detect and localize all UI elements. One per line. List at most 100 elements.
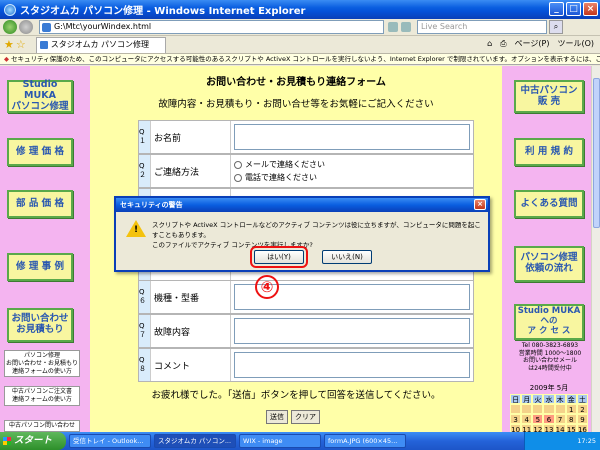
start-button[interactable]: スタート <box>0 432 66 450</box>
task-forma[interactable]: formA.JPG (600×45... <box>324 434 406 448</box>
calendar-day <box>532 404 544 414</box>
send-button[interactable]: 送信 <box>266 410 288 424</box>
comment-input[interactable] <box>234 352 470 378</box>
radio-phone[interactable]: 電話で連絡ください <box>234 171 470 184</box>
note-used-pc-inquiry[interactable]: 中古パソコン問い合わせ <box>4 420 80 432</box>
question-label: ご連絡方法 <box>151 155 231 187</box>
calendar-day: 10 <box>510 424 522 432</box>
left-sidebar: Studio MUKA パソコン修理 修 理 価 格 部 品 価 格 修 理 事… <box>0 66 90 432</box>
search-icon[interactable]: ⌕ <box>549 20 563 34</box>
refresh-icon[interactable] <box>388 22 398 32</box>
close-button[interactable]: × <box>583 2 598 16</box>
information-bar-text: セキュリティ保護のため、このコンピュータにアクセスする可能性のあるスクリプトや … <box>11 55 600 63</box>
nav-parts-price[interactable]: 部 品 価 格 <box>7 190 73 218</box>
dialog-title-text: セキュリティの警告 <box>120 201 183 209</box>
back-icon[interactable] <box>3 20 17 34</box>
question-label: 故障内容 <box>151 315 231 347</box>
calendar-day: 12 <box>532 424 544 432</box>
nav-repair-flow[interactable]: パソコン修理 依頼の流れ <box>514 246 584 282</box>
radio-email[interactable]: メールで連絡ください <box>234 158 470 171</box>
note-used-pc-order[interactable]: 中古パソコンご注文書 連絡フォームの使い方 <box>4 386 80 406</box>
calendar-weekday: 月 <box>521 394 533 404</box>
calendar-grid: 日月火水木金土 1 2 3 4 5 6 7 8 9 10 11 12 13 14 15 16 <box>510 394 588 432</box>
calendar-day: 8 <box>565 414 577 424</box>
calendar-day: 7 <box>554 414 566 424</box>
question-number: Q１ <box>139 121 151 153</box>
calendar-weekday: 日 <box>510 394 522 404</box>
right-sidebar: 中古パソコン 販 売 利 用 規 約 よくある質問 パソコン修理 依頼の流れ S… <box>502 66 600 432</box>
form-row-contact-method: Q２ ご連絡方法 メールで連絡ください 電話で連絡ください <box>138 154 474 188</box>
name-input[interactable] <box>234 124 470 150</box>
form-row-symptom: Q７ 故障内容 <box>138 314 474 348</box>
dialog-buttons: はい(Y) いいえ(N) <box>250 246 372 268</box>
calendar: 2009年 5月 日月火水木金土 1 2 3 4 5 6 7 8 9 10 11 12 13 14 15 16 <box>510 383 588 432</box>
note-repair-form-usage[interactable]: パソコン修理 お問い合わせ・お見積もり 連絡フォームの使い方 <box>4 350 80 378</box>
command-bar: ⌂ ⎙ ページ(P) ツール(O) <box>487 38 594 49</box>
symptom-input[interactable] <box>234 318 470 344</box>
nav-repair-cases[interactable]: 修 理 事 例 <box>7 253 73 281</box>
print-icon[interactable]: ⎙ <box>500 39 506 49</box>
question-number: Q６ <box>139 281 151 313</box>
form-title: お問い合わせ・お見積もり連絡フォーム <box>206 77 386 88</box>
forward-icon[interactable] <box>19 20 33 34</box>
dialog-message: スクリプトや ActiveX コントロールなどのアクティブ コンテンツは役に立ち… <box>152 220 486 250</box>
address-bar-row: G:\Mtc\yourWindex.html Live Search ⌕ <box>0 19 600 36</box>
step-4-annotation: ④ <box>255 275 279 299</box>
clear-button[interactable]: クリア <box>291 410 320 424</box>
calendar-weekday: 火 <box>532 394 544 404</box>
task-outlook[interactable]: 受信トレイ - Outlook... <box>69 434 151 448</box>
calendar-day <box>510 404 522 414</box>
scrollbar-thumb[interactable] <box>593 78 600 228</box>
question-number: Q７ <box>139 315 151 347</box>
nav-studio-muka[interactable]: Studio MUKA パソコン修理 <box>7 79 73 113</box>
nav-repair-price[interactable]: 修 理 価 格 <box>7 138 73 166</box>
task-wix[interactable]: WIX - image <box>239 434 321 448</box>
nav-inquiry[interactable]: お問い合わせ お見積もり <box>7 308 73 342</box>
no-button[interactable]: いいえ(N) <box>322 250 372 264</box>
address-input[interactable]: G:\Mtc\yourWindex.html <box>39 20 384 34</box>
radio-button[interactable] <box>234 173 242 182</box>
search-input[interactable]: Live Search <box>417 20 547 34</box>
form-row-comment: Q８ コメント <box>138 348 474 382</box>
tools-menu[interactable]: ツール(O) <box>557 38 594 49</box>
window-controls: _ □ × <box>549 2 598 16</box>
yes-button[interactable]: はい(Y) <box>250 246 308 268</box>
dialog-title: セキュリティの警告 × <box>116 198 488 212</box>
nav-access[interactable]: Studio MUKA への ア ク セ ス <box>514 304 584 340</box>
radio-email-label: メールで連絡ください <box>245 160 325 169</box>
calendar-day: 5 <box>532 414 544 424</box>
information-bar[interactable]: ◆ セキュリティ保護のため、このコンピュータにアクセスする可能性のあるスクリプトや… <box>0 54 600 65</box>
add-favorite-icon[interactable]: ☆ <box>16 38 26 51</box>
task-ie[interactable]: スタジオムカ パソコン... <box>154 434 236 448</box>
calendar-weekday: 土 <box>576 394 588 404</box>
question-label: コメント <box>151 349 231 381</box>
calendar-day: 11 <box>521 424 533 432</box>
dialog-close-button[interactable]: × <box>474 199 486 210</box>
page-menu[interactable]: ページ(P) <box>515 38 550 49</box>
tab-row: ★ ☆ スタジオムカ パソコン修理 ⌂ ⎙ ページ(P) ツール(O) <box>0 36 600 54</box>
calendar-day: 14 <box>554 424 566 432</box>
calendar-day: 15 <box>565 424 577 432</box>
dialog-message-line1: スクリプトや ActiveX コントロールなどのアクティブ コンテンツは役に立ち… <box>152 221 481 240</box>
nav-terms[interactable]: 利 用 規 約 <box>514 138 584 166</box>
calendar-day: 9 <box>576 414 588 424</box>
favorites-star-icon[interactable]: ★ <box>4 38 14 51</box>
calendar-day: 13 <box>543 424 555 432</box>
calendar-day: 1 <box>565 404 577 414</box>
taskbar: スタート 受信トレイ - Outlook... スタジオムカ パソコン... W… <box>0 432 600 450</box>
stop-icon[interactable] <box>401 22 411 32</box>
minimize-button[interactable]: _ <box>549 2 564 16</box>
home-icon[interactable]: ⌂ <box>487 39 492 48</box>
ie-icon <box>4 3 16 16</box>
calendar-day <box>543 404 555 414</box>
nav-used-pc-sales[interactable]: 中古パソコン 販 売 <box>514 80 584 113</box>
radio-button[interactable] <box>234 160 242 169</box>
maximize-button[interactable]: □ <box>566 2 581 16</box>
question-number: Q２ <box>139 155 151 187</box>
tab-active[interactable]: スタジオムカ パソコン修理 <box>35 36 166 53</box>
window-titlebar: スタジオムカ パソコン修理 - Windows Internet Explore… <box>0 0 600 19</box>
vertical-scrollbar[interactable] <box>591 66 600 432</box>
calendar-day: 2 <box>576 404 588 414</box>
nav-faq[interactable]: よくある質問 <box>514 190 584 218</box>
radio-phone-label: 電話で連絡ください <box>245 173 317 182</box>
